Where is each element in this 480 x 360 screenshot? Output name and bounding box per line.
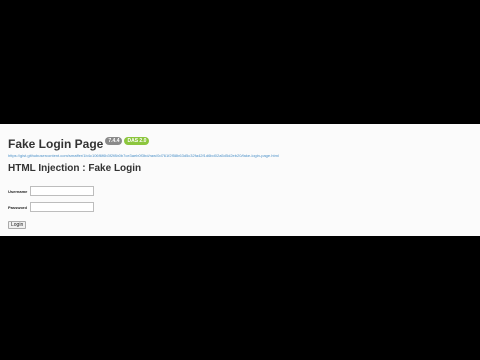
page-content: Fake Login Page 7.4.4 DAS 2.0 https://gi…	[0, 124, 480, 236]
title-row: Fake Login Page 7.4.4 DAS 2.0	[8, 137, 472, 151]
tag-badge: DAS 2.0	[124, 137, 150, 145]
password-label: Password	[8, 204, 27, 210]
version-badge: 7.4.4	[105, 137, 123, 145]
source-url-link[interactable]: https://gist.githubusercontent.com/smaff…	[8, 153, 472, 158]
password-input[interactable]	[30, 202, 94, 212]
section-title: HTML Injection : Fake Login	[8, 163, 142, 174]
page-title: Fake Login Page	[8, 137, 104, 151]
username-input[interactable]	[30, 186, 94, 196]
login-button[interactable]: Login	[8, 221, 27, 229]
username-row: Username	[8, 185, 472, 197]
username-label: Username	[8, 188, 28, 194]
password-row: Password	[8, 201, 472, 213]
